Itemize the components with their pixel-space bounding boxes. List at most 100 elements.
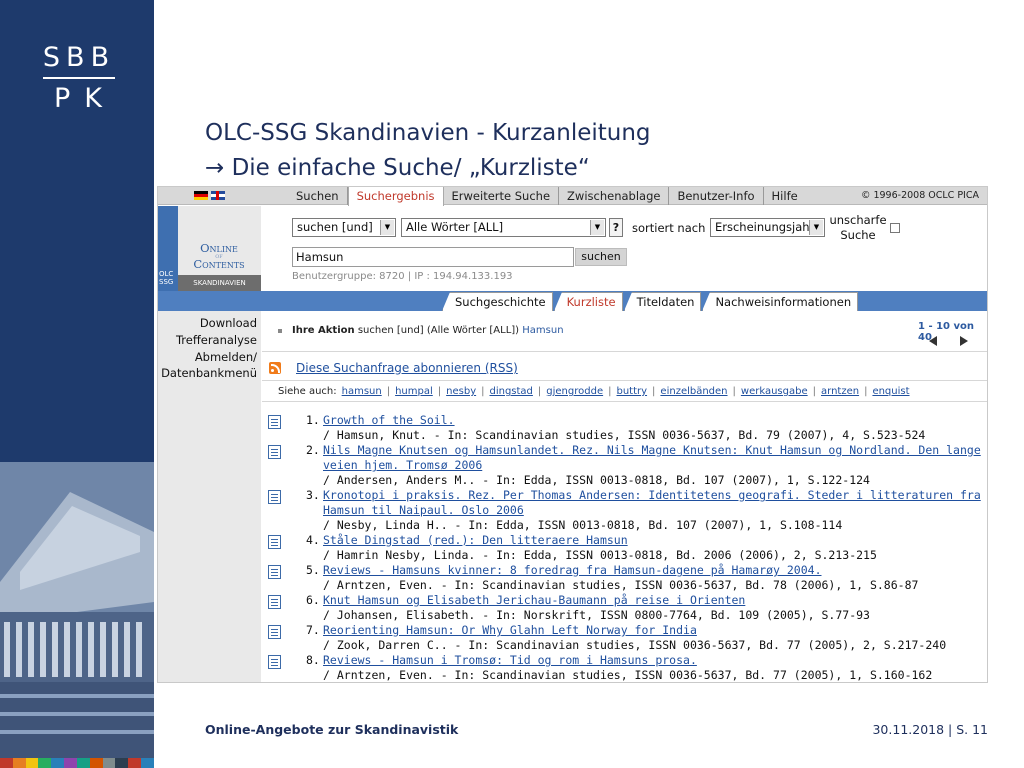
see-also-term[interactable]: hamsun [342, 386, 382, 397]
result-number: 6. [306, 593, 320, 607]
field-select-value: Alle Wörter [ALL] [406, 220, 504, 234]
slide-title-line-2: → Die einfache Suche/ „Kurzliste“ [205, 155, 590, 181]
document-icon[interactable] [268, 535, 281, 549]
result-number: 2. [306, 443, 320, 457]
see-also-label: Siehe auch: [278, 386, 337, 397]
chevron-down-icon[interactable]: ▼ [590, 220, 604, 235]
result-meta: / Zook, Darren C.. - In: Scandinavian st… [323, 638, 947, 652]
tab-titeldaten[interactable]: Titeldaten [623, 292, 702, 311]
see-also-term[interactable]: humpal [395, 386, 433, 397]
result-title-link[interactable]: Growth of the Soil. [323, 413, 983, 428]
see-also-term[interactable]: gjengrodde [546, 386, 603, 397]
olc-side-label: OLC SSG [159, 270, 178, 286]
rss-subscribe-link[interactable]: Diese Suchanfrage abonnieren (RSS) [296, 361, 518, 375]
action-text: suchen [und] (Alle Wörter [ALL]) [357, 325, 520, 336]
german-flag-icon[interactable] [194, 191, 208, 200]
field-select[interactable]: Alle Wörter [ALL] ▼ [401, 218, 606, 237]
tab-kurzliste[interactable]: Kurzliste [553, 292, 623, 311]
catalog-top-bar: Suchen Suchergebnis Erweiterte Suche Zwi… [158, 187, 987, 206]
see-also-term[interactable]: dingstad [489, 386, 532, 397]
search-button[interactable]: suchen [575, 248, 627, 266]
tab-benutzer-info[interactable]: Benutzer-Info [669, 187, 764, 205]
menu-download[interactable]: Download [200, 315, 257, 331]
search-input[interactable]: Hamsun [292, 247, 574, 267]
result-title-link[interactable]: Ståle Dingstad (red.): Den litteraere Ha… [323, 533, 983, 548]
result-number: 5. [306, 563, 320, 577]
chevron-down-icon[interactable]: ▼ [809, 220, 823, 235]
tab-hilfe[interactable]: Hilfe [764, 187, 806, 205]
menu-trefferanalyse[interactable]: Trefferanalyse [176, 332, 257, 348]
language-flags [194, 191, 225, 200]
document-icon[interactable] [268, 490, 281, 504]
action-summary: Ihre Aktion suchen [und] (Alle Wörter [A… [292, 325, 564, 336]
see-also-term[interactable]: buttry [616, 386, 647, 397]
operator-select-value: suchen [und] [297, 220, 373, 234]
help-button[interactable]: ? [609, 218, 623, 237]
result-meta: / Arntzen, Even. - In: Scandinavian stud… [323, 578, 919, 592]
chevron-down-icon[interactable]: ▼ [380, 220, 394, 235]
see-also-term[interactable]: enquist [872, 386, 909, 397]
document-icon[interactable] [268, 565, 281, 579]
see-also-term[interactable]: arntzen [821, 386, 859, 397]
result-meta: / Andersen, Anders M.. - In: Edda, ISSN … [323, 473, 870, 487]
footer-title: Online-Angebote zur Skandinavistik [205, 722, 459, 737]
result-meta: / Nesby, Linda H.. - In: Edda, ISSN 0013… [323, 518, 843, 532]
tab-suchen[interactable]: Suchen [288, 187, 348, 205]
result-title-link[interactable]: Reorienting Hamsun: Or Why Glahn Left No… [323, 623, 983, 638]
catalog-top-tabs: Suchen Suchergebnis Erweiterte Suche Zwi… [288, 187, 806, 206]
tab-zwischenablage[interactable]: Zwischenablage [559, 187, 670, 205]
menu-abmelden[interactable]: Abmelden/ [195, 349, 257, 365]
document-icon[interactable] [268, 655, 281, 669]
previous-page-icon[interactable] [929, 336, 937, 346]
slide-side-panel: SBB PK [0, 0, 154, 768]
see-also-term[interactable]: nesby [446, 386, 476, 397]
document-icon[interactable] [268, 595, 281, 609]
footer-date-page: 30.11.2018 | S. 11 [872, 722, 988, 737]
see-also-bar: Siehe auch: hamsun | humpal | nesby | dings… [278, 386, 910, 397]
logo-rule [43, 77, 115, 79]
result-number: 1. [306, 413, 320, 427]
fuzzy-search-checkbox[interactable] [890, 223, 900, 233]
tab-suchergebnis[interactable]: Suchergebnis [347, 187, 444, 206]
result-number: 4. [306, 533, 320, 547]
sort-select[interactable]: Erscheinungsjahr ▼ [710, 218, 825, 237]
catalog-screenshot: Suchen Suchergebnis Erweiterte Suche Zwi… [157, 186, 988, 683]
result-title-link[interactable]: Nils Magne Knutsen og Hamsunlandet. Rez.… [323, 443, 983, 473]
result-title-link[interactable]: Reviews - Hamsun i Tromsø: Tid og rom i … [323, 653, 983, 668]
result-title-link[interactable]: Kronotopi i praksis. Rez. Per Thomas And… [323, 488, 983, 518]
olc-sub-label: SKANDINAVIEN [178, 275, 261, 291]
operator-select[interactable]: suchen [und] ▼ [292, 218, 396, 237]
library-building-photo [0, 462, 154, 758]
result-meta: / Hamrin Nesby, Linda. - In: Edda, ISSN … [323, 548, 877, 562]
see-also-term[interactable]: einzelbänden [660, 386, 727, 397]
menu-datenbankmenue[interactable]: Datenbankmenü [161, 365, 257, 381]
olc-logo: OLC SSG Online of Contents SKANDINAVIEN [158, 206, 261, 291]
result-title-link[interactable]: Knut Hamsun og Elisabeth Jerichau-Bauman… [323, 593, 983, 608]
see-also-term[interactable]: werkausgabe [741, 386, 808, 397]
result-meta: / Hamsun, Knut. - In: Scandinavian studi… [323, 428, 926, 442]
online-contents-wordmark: Online of Contents [180, 242, 258, 271]
result-title-link[interactable]: Reviews - Hamsuns kvinner: 8 foredrag fr… [323, 563, 983, 578]
tab-erweiterte-suche[interactable]: Erweiterte Suche [444, 187, 560, 205]
olc-label-2: SSG [159, 278, 174, 286]
result-meta: / Johansen, Elisabeth. - In: Norskrift, … [323, 608, 870, 622]
tab-suchgeschichte[interactable]: Suchgeschichte [442, 292, 553, 311]
sort-label: sortiert nach [632, 221, 706, 235]
action-label: Ihre Aktion [292, 325, 355, 336]
document-icon[interactable] [268, 415, 281, 429]
document-icon[interactable] [268, 445, 281, 459]
slide-title: OLC-SSG Skandinavien - Kurzanleitung → D… [205, 116, 651, 186]
result-number: 7. [306, 623, 320, 637]
olc-word-2: Contents [193, 257, 245, 271]
uk-flag-icon[interactable] [211, 191, 225, 200]
user-group-info: Benutzergruppe: 8720 | IP : 194.94.133.1… [292, 271, 513, 282]
result-view-tabs: Suchgeschichte Kurzliste Titeldaten Nach… [442, 292, 859, 311]
result-meta: / Arntzen, Even. - In: Scandinavian stud… [323, 668, 933, 682]
document-icon[interactable] [268, 625, 281, 639]
divider [262, 401, 987, 402]
rss-icon[interactable] [269, 362, 281, 374]
color-strip [0, 758, 154, 768]
catalog-left-menu: Download Trefferanalyse Abmelden/ Datenb… [158, 311, 261, 682]
next-page-icon[interactable] [960, 336, 968, 346]
tab-nachweisinformationen[interactable]: Nachweisinformationen [702, 292, 859, 311]
